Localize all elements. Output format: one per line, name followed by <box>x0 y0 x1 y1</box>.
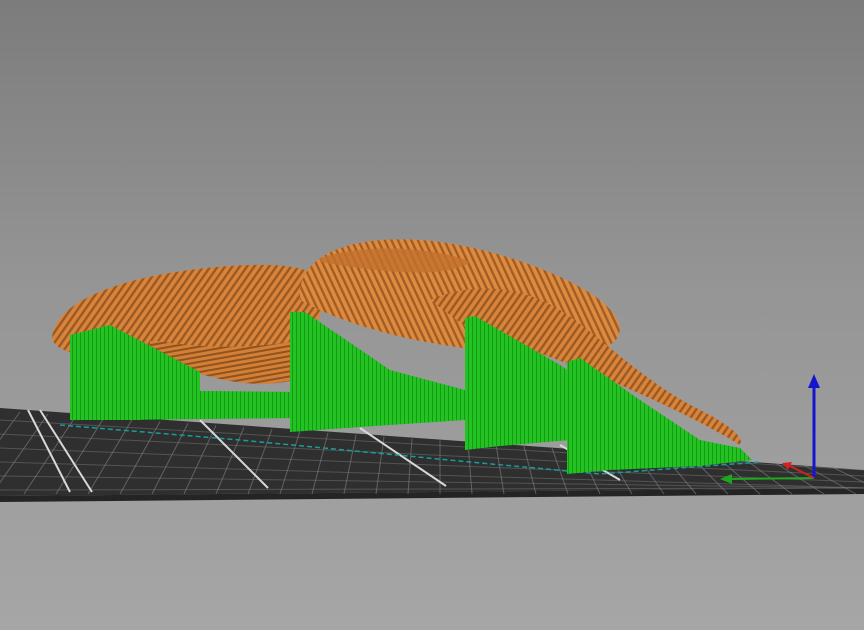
3d-viewport[interactable] <box>0 0 864 630</box>
scene-canvas[interactable] <box>0 0 864 630</box>
axis-z-arrow-icon <box>808 374 820 388</box>
support-tower-4 <box>567 358 752 474</box>
axis-y <box>729 477 815 480</box>
support-base-1 <box>110 390 300 420</box>
